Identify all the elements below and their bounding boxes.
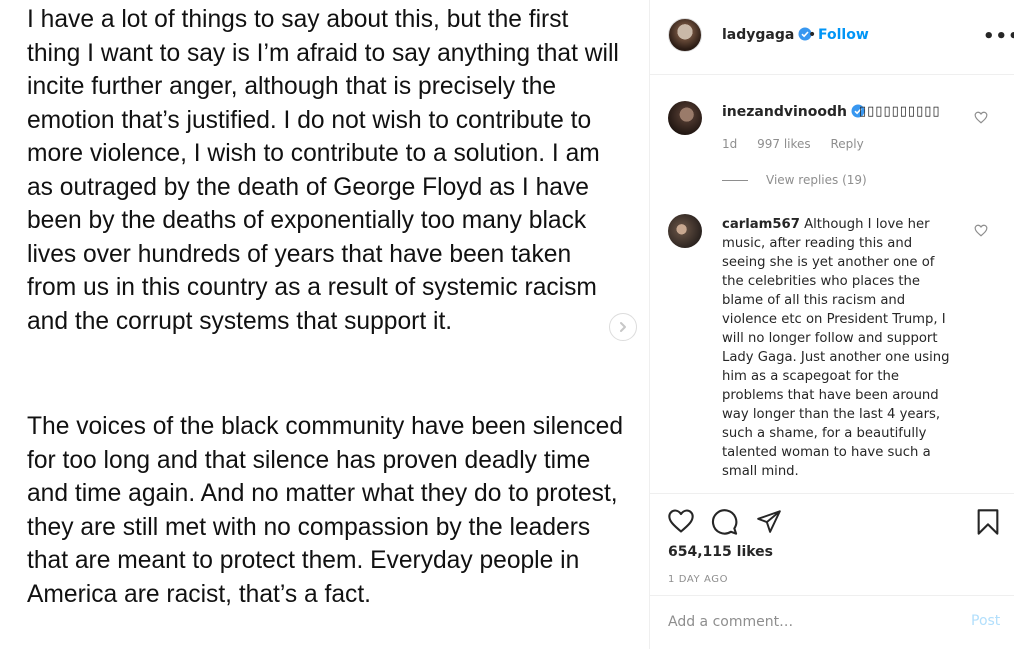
heart-icon[interactable] — [974, 224, 988, 237]
comment-username[interactable]: carlam567 — [722, 217, 800, 232]
post-header: ladygaga • Follow ••• — [650, 0, 1014, 75]
add-comment-section: Post — [650, 595, 1014, 649]
comment-username[interactable]: inezandvinoodh — [722, 104, 865, 120]
follow-button[interactable]: Follow — [818, 27, 869, 43]
post-text-paragraph-2: The voices of the black community have b… — [27, 413, 624, 608]
comment-bubble-icon[interactable] — [711, 508, 739, 536]
comment-avatar[interactable] — [668, 214, 702, 248]
comment-likes[interactable]: 997 likes — [757, 137, 811, 151]
view-replies-label[interactable]: View replies (19) — [766, 173, 867, 187]
next-image-button[interactable] — [609, 313, 637, 341]
bookmark-icon[interactable] — [976, 508, 1000, 536]
avatar[interactable] — [668, 18, 702, 52]
chevron-right-icon — [620, 322, 626, 332]
header-username[interactable]: ladygaga — [722, 27, 812, 43]
comment-meta: 1d 997 likes Reply — [722, 137, 880, 151]
comment-age[interactable]: 1d — [722, 137, 737, 151]
comment-body: carlam567 Although I love her music, aft… — [722, 215, 954, 481]
header-username-text[interactable]: ladygaga — [722, 27, 794, 43]
like-heart-icon[interactable] — [667, 508, 695, 534]
comment-input[interactable] — [668, 611, 948, 633]
reply-button[interactable]: Reply — [830, 137, 863, 151]
heart-icon[interactable] — [974, 111, 988, 124]
post-text-paragraph-1: I have a lot of things to say about this… — [27, 6, 619, 335]
comment-avatar[interactable] — [668, 101, 702, 135]
likes-count[interactable]: 654,115 likes — [668, 544, 773, 560]
post-side-panel: ladygaga • Follow ••• inezandvinoodh ▯▯▯… — [649, 0, 1014, 649]
comment-username-text[interactable]: inezandvinoodh — [722, 104, 847, 120]
replies-divider — [722, 180, 748, 181]
share-paper-plane-icon[interactable] — [755, 508, 783, 534]
comment-text: ▯▯▯▯▯▯▯▯▯▯ — [859, 104, 941, 119]
view-replies-button[interactable]: View replies (19) — [722, 173, 867, 187]
post-comment-button[interactable]: Post — [971, 613, 1000, 629]
post-actions: 654,115 likes 1 DAY AGO — [650, 493, 1014, 595]
header-separator: • — [808, 27, 817, 43]
more-options-icon[interactable]: ••• — [983, 26, 1014, 47]
post-image: I have a lot of things to say about this… — [0, 0, 649, 649]
post-timestamp[interactable]: 1 DAY AGO — [668, 574, 728, 585]
comment-text: Although I love her music, after reading… — [722, 217, 950, 479]
comments-list: inezandvinoodh ▯▯▯▯▯▯▯▯▯▯ 1d 997 likes R… — [650, 75, 1014, 493]
